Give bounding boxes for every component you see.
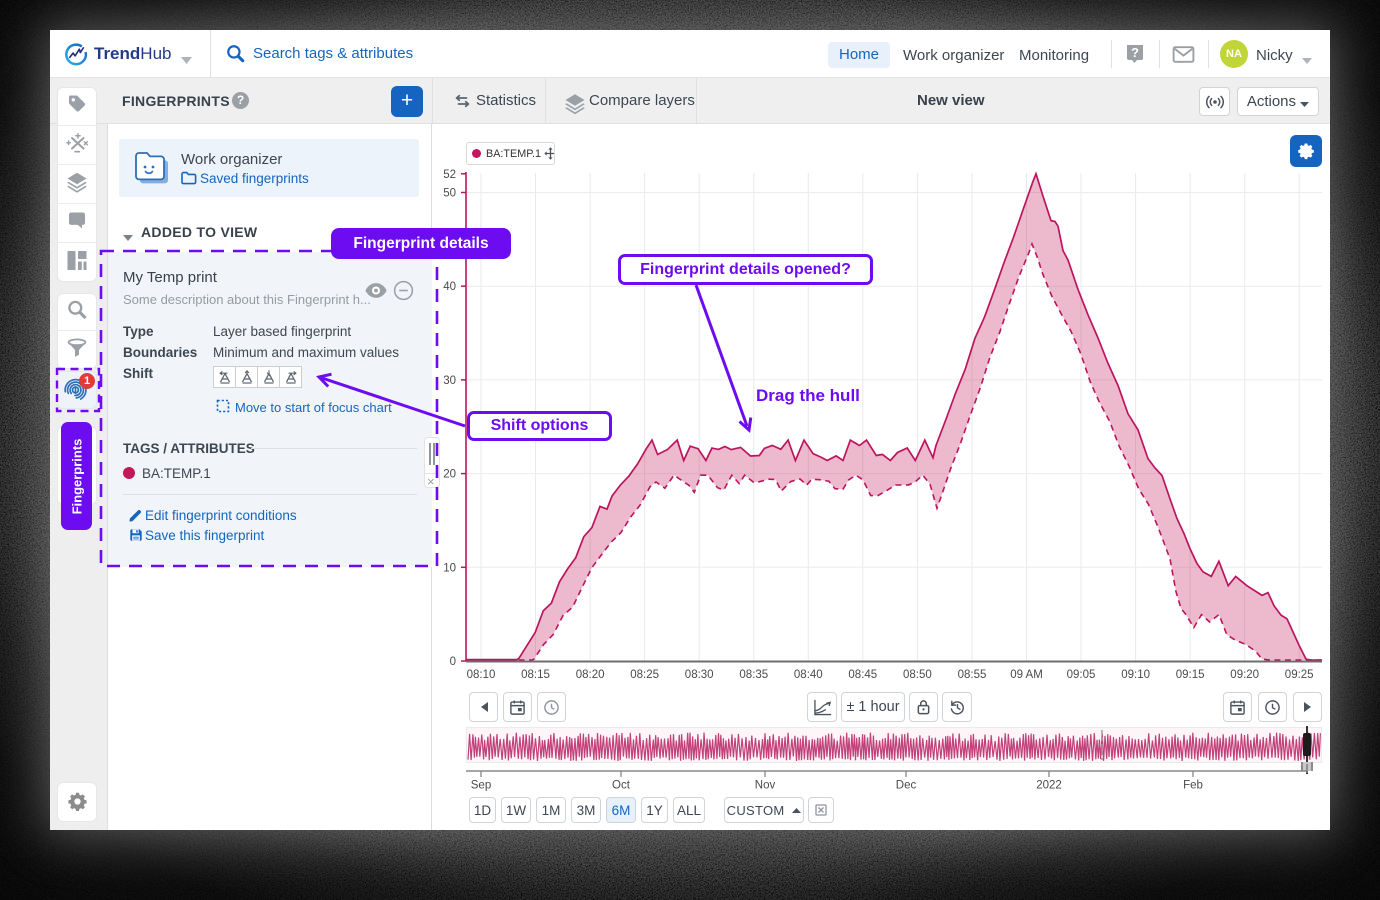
svg-text:Nov: Nov [755, 780, 776, 792]
svg-text:40: 40 [443, 281, 456, 293]
svg-text:Dec: Dec [896, 780, 917, 792]
svg-text:10: 10 [443, 562, 456, 574]
svg-text:08:25: 08:25 [630, 669, 659, 681]
svg-text:30: 30 [443, 375, 456, 387]
svg-text:08:35: 08:35 [739, 669, 768, 681]
svg-text:08:50: 08:50 [903, 669, 932, 681]
svg-text:Feb: Feb [1183, 780, 1203, 792]
svg-text:?: ? [1131, 45, 1139, 60]
svg-text:09:05: 09:05 [1067, 669, 1096, 681]
svg-text:08:20: 08:20 [576, 669, 605, 681]
svg-text:08:45: 08:45 [848, 669, 877, 681]
svg-text:20: 20 [443, 469, 456, 481]
svg-text:09 AM: 09 AM [1010, 669, 1043, 681]
svg-text:08:15: 08:15 [521, 669, 550, 681]
svg-text:09:25: 09:25 [1285, 669, 1314, 681]
svg-text:09:10: 09:10 [1121, 669, 1150, 681]
svg-text:Oct: Oct [612, 780, 631, 792]
svg-text:0: 0 [450, 656, 456, 668]
svg-text:09:15: 09:15 [1176, 669, 1205, 681]
svg-text:Sep: Sep [471, 780, 491, 792]
svg-text:08:30: 08:30 [685, 669, 714, 681]
svg-text:2022: 2022 [1036, 780, 1062, 792]
svg-text:50: 50 [443, 188, 456, 200]
svg-text:52: 52 [443, 169, 456, 181]
svg-text:09:20: 09:20 [1230, 669, 1259, 681]
svg-text:08:10: 08:10 [467, 669, 496, 681]
svg-text:08:40: 08:40 [794, 669, 823, 681]
svg-text:08:55: 08:55 [958, 669, 987, 681]
